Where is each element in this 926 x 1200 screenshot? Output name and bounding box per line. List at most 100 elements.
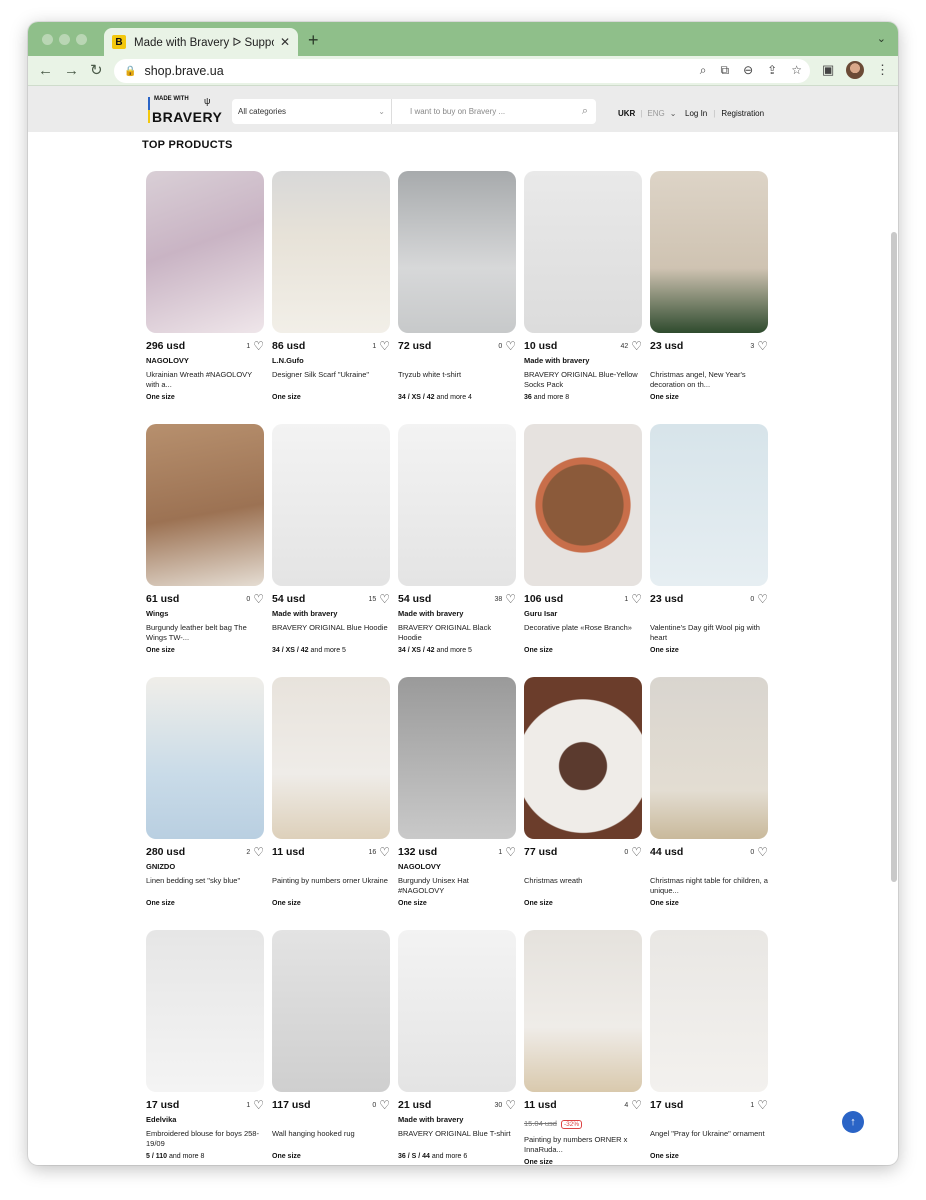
angel-photo[interactable] [650,171,768,333]
product-title[interactable]: Painting by numbers ORNER x InnaRuda... [524,1135,642,1155]
like-counter[interactable]: 0 ♡ [624,846,642,858]
back-arrow-icon[interactable]: ← [38,62,53,80]
wreath-photo[interactable] [524,677,642,839]
like-counter[interactable]: 0 ♡ [750,846,768,858]
bedding-photo[interactable] [146,677,264,839]
heart-icon[interactable]: ♡ [505,1099,516,1111]
product-brand[interactable]: Guru Isar [524,609,642,619]
product-brand[interactable]: L.N.Gufo [272,356,390,366]
forward-arrow-icon[interactable]: → [64,62,79,80]
product-card[interactable]: 54 usd 38 ♡ Made with bravery BRAVERY ORIGIN… [398,424,516,654]
like-counter[interactable]: 2 ♡ [246,846,264,858]
hat-photo[interactable] [398,677,516,839]
product-brand[interactable]: Edelvika [146,1115,264,1125]
product-brand[interactable] [650,862,768,872]
product-brand[interactable] [650,356,768,366]
like-counter[interactable]: 15 ♡ [368,593,390,605]
product-card[interactable]: 10 usd 42 ♡ Made with bravery BRAVERY ORIGIN… [524,171,642,401]
heart-icon[interactable]: ♡ [631,340,642,352]
like-counter[interactable]: 1 ♡ [246,340,264,352]
product-card[interactable]: 117 usd 0 ♡ Wall hanging hooked rug One size [272,930,390,1160]
product-title[interactable]: Burgundy Unisex Hat #NAGOLOVY [398,876,516,896]
lock-icon[interactable]: 🔒 [124,66,136,77]
search-input[interactable]: I want to buy on Bravery ... [392,107,582,116]
product-title[interactable]: Christmas night table for children, a un… [650,876,768,896]
lang-eng[interactable]: ENG [647,109,664,118]
like-counter[interactable]: 1 ♡ [372,340,390,352]
heart-icon[interactable]: ♡ [757,1099,768,1111]
product-title[interactable]: Tryzub white t-shirt [398,370,516,390]
product-brand[interactable]: Made with bravery [398,1115,516,1125]
product-title[interactable]: BRAVERY ORIGINAL Blue Hoodie [272,623,390,643]
product-title[interactable]: Linen bedding set "sky blue" [146,876,264,896]
product-title[interactable]: Valentine's Day gift Wool pig with heart [650,623,768,643]
lang-ukr[interactable]: UKR [618,109,635,118]
product-title[interactable]: Ukrainian Wreath #NAGOLOVY with a... [146,370,264,390]
product-card[interactable]: 17 usd 1 ♡ Edelvika Embroidered blouse for b… [146,930,264,1160]
bravery-logo[interactable]: MADE WITH BRAVERY ψ [148,95,222,125]
scroll-to-top-button[interactable]: ↑ [842,1111,864,1133]
share-icon[interactable]: ⇪ [767,63,777,78]
minimize-window-button[interactable] [59,34,70,45]
heart-icon[interactable]: ♡ [757,593,768,605]
product-card[interactable]: 11 usd 16 ♡ Painting by numbers orner Ukrai… [272,677,390,907]
product-brand[interactable]: Made with bravery [524,356,642,366]
like-counter[interactable]: 3 ♡ [750,340,768,352]
product-title[interactable]: Burgundy leather belt bag The Wings TW-.… [146,623,264,643]
close-window-button[interactable] [42,34,53,45]
heart-icon[interactable]: ♡ [253,340,264,352]
like-counter[interactable]: 30 ♡ [494,1099,516,1111]
product-title[interactable]: BRAVERY ORIGINAL Blue T-shirt [398,1129,516,1149]
chevron-down-icon[interactable]: ⌄ [670,109,677,118]
like-counter[interactable]: 1 ♡ [246,1099,264,1111]
product-card[interactable]: 23 usd 3 ♡ Christmas angel, New Year's deco… [650,171,768,401]
black-hoodie-photo[interactable] [398,424,516,586]
category-select[interactable]: All categories ⌄ [232,99,392,124]
product-brand[interactable]: NAGOLOVY [146,356,264,366]
profile-avatar[interactable] [846,61,864,79]
like-counter[interactable]: 16 ♡ [368,846,390,858]
like-counter[interactable]: 0 ♡ [498,340,516,352]
night-table-photo[interactable] [650,677,768,839]
heart-icon[interactable]: ♡ [631,593,642,605]
heart-icon[interactable]: ♡ [253,1099,264,1111]
like-counter[interactable]: 4 ♡ [624,1099,642,1111]
product-brand[interactable]: Made with bravery [272,609,390,619]
blue-hoodie-photo[interactable] [272,424,390,586]
like-counter[interactable]: 0 ♡ [372,1099,390,1111]
heart-icon[interactable]: ♡ [253,593,264,605]
product-card[interactable]: 280 usd 2 ♡ GNIZDO Linen bedding set "sky bl… [146,677,264,907]
heart-icon[interactable]: ♡ [505,846,516,858]
product-card[interactable]: 21 usd 30 ♡ Made with bravery BRAVERY ORIGIN… [398,930,516,1160]
heart-icon[interactable]: ♡ [379,846,390,858]
registration-link[interactable]: Registration [721,109,764,118]
heart-icon[interactable]: ♡ [379,593,390,605]
product-brand[interactable] [272,1115,390,1125]
painting-photo[interactable] [524,930,642,1092]
search-icon[interactable]: ⌕ [700,63,707,78]
product-brand[interactable] [398,356,516,366]
product-card[interactable]: 296 usd 1 ♡ NAGOLOVY Ukrainian Wreath #NAGOL… [146,171,264,401]
product-title[interactable]: Painting by numbers orner Ukraine [272,876,390,896]
blue-tshirt-photo[interactable] [398,930,516,1092]
close-tab-icon[interactable]: ✕ [280,35,290,49]
product-card[interactable]: 11 usd 4 ♡ 15.04 usd -32% Painting by numbers… [524,930,642,1165]
new-tab-icon[interactable]: + [308,31,319,49]
like-counter[interactable]: 1 ♡ [498,846,516,858]
product-title[interactable]: Wall hanging hooked rug [272,1129,390,1149]
heart-icon[interactable]: ♡ [505,593,516,605]
pig-photo[interactable] [650,424,768,586]
search-icon[interactable]: ⌕ [582,105,596,118]
product-brand[interactable]: Wings [146,609,264,619]
like-counter[interactable]: 42 ♡ [620,340,642,352]
product-title[interactable]: Decorative plate «Rose Branch» [524,623,642,643]
address-bar[interactable]: 🔒 shop.brave.ua ⌕ ⧉ ⊖ ⇪ ☆ [114,59,810,83]
product-title[interactable]: Christmas angel, New Year's decoration o… [650,370,768,390]
product-card[interactable]: 72 usd 0 ♡ Tryzub white t-shirt 34 / XS / 42… [398,171,516,401]
angel-doll-photo[interactable] [650,930,768,1092]
product-card[interactable]: 54 usd 15 ♡ Made with bravery BRAVERY ORIGIN… [272,424,390,654]
product-brand[interactable] [650,1115,768,1125]
product-brand[interactable]: NAGOLOVY [398,862,516,872]
tshirt-photo[interactable] [398,171,516,333]
product-card[interactable]: 61 usd 0 ♡ Wings Burgundy leather belt bag T… [146,424,264,654]
